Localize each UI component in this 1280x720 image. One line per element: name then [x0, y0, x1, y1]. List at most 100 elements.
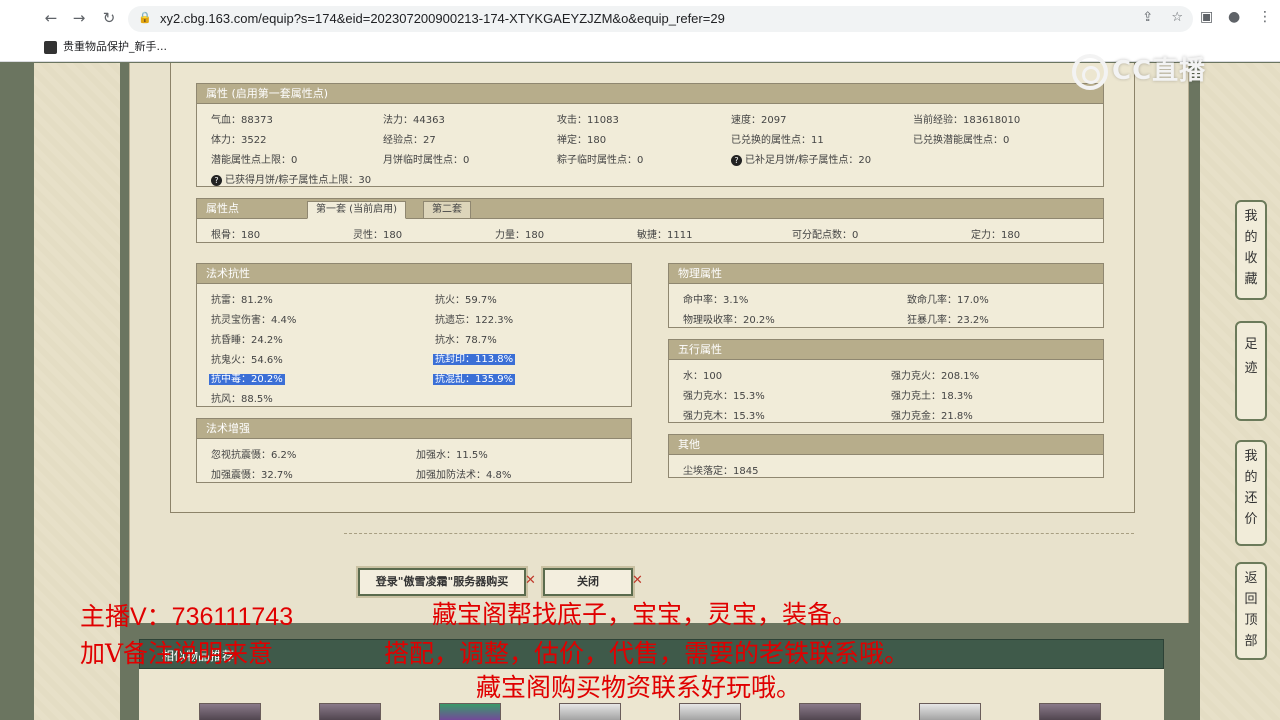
point-value: 灵性：180: [353, 230, 403, 241]
physical-section: 物理属性 命中率：3.1% 致命几率：17.0% 物理吸收率：20.2% 狂暴几…: [668, 263, 1104, 328]
physical-title: 物理属性: [669, 264, 1103, 284]
other-title: 其他: [669, 435, 1103, 455]
point-value: 定力：180: [971, 230, 1021, 241]
resist-value: 抗雷：81.2%: [211, 295, 273, 306]
enhance-section: 法术增强 忽视抗震慑：6.2% 加强水：11.5% 加强震慑：32.7% 加强加…: [196, 418, 632, 483]
other-value: 尘埃落定：1845: [683, 466, 759, 477]
my-bargain-button[interactable]: 我的还价: [1235, 440, 1267, 546]
address-bar[interactable]: 🔒 xy2.cbg.163.com/equip?s=174&eid=202307…: [128, 6, 1193, 32]
resist-value-selected: 抗混乱：135.9%: [433, 370, 516, 385]
close-button[interactable]: 关闭: [543, 568, 633, 596]
point-value: 可分配点数：0: [792, 230, 859, 241]
back-icon[interactable]: ←: [40, 7, 62, 29]
wuxing-title: 五行属性: [669, 340, 1103, 360]
wuxing-value: 强力克土：18.3%: [891, 391, 973, 402]
footprint-button[interactable]: 足迹: [1235, 321, 1267, 421]
lock-icon: 🔒: [138, 11, 152, 24]
overlay-note: 加V备注说明来意: [80, 639, 274, 668]
help-icon[interactable]: ?: [731, 155, 742, 166]
forward-icon[interactable]: →: [68, 7, 90, 29]
side-label: 我的还价: [1244, 449, 1258, 527]
attr-value: 气血：88373: [211, 115, 273, 126]
browser-nav-row: ← → ↻ 🔒 xy2.cbg.163.com/equip?s=174&eid=…: [0, 4, 1280, 32]
similar-item-thumb[interactable]: [559, 703, 621, 720]
points-section: 属性点 第一套 (当前启用) 第二套 根骨：180 灵性：180 力量：180 …: [196, 198, 1104, 243]
attr-value: 已补足月饼/粽子属性点：20: [745, 155, 872, 166]
resist-value: 抗鬼火：54.6%: [211, 355, 283, 366]
similar-item-thumb[interactable]: [319, 703, 381, 720]
attr-value: 体力：3522: [211, 135, 267, 146]
close-x-icon: ✕: [632, 573, 643, 588]
tab-set-2[interactable]: 第二套: [423, 201, 471, 219]
enhance-value: 加强水：11.5%: [416, 450, 488, 461]
attr-value-with-help: ? 已补足月饼/粽子属性点：20: [731, 151, 871, 166]
attr-value: 经验点：27: [383, 135, 436, 146]
cc-logo-icon: [1072, 53, 1108, 90]
attr-value: 攻击：11083: [557, 115, 619, 126]
login-buy-button[interactable]: 登录"傲雪凌霜"服务器购买: [358, 568, 526, 596]
my-favorites-button[interactable]: 我的收藏: [1235, 200, 1267, 300]
wuxing-section: 五行属性 水：100 强力克火：208.1% 强力克水：15.3% 强力克土：1…: [668, 339, 1104, 423]
back-to-top-button[interactable]: 返回顶部: [1235, 562, 1267, 660]
wuxing-value: 强力克水：15.3%: [683, 391, 765, 402]
point-value: 力量：180: [495, 230, 545, 241]
wuxing-value: 强力克金：21.8%: [891, 411, 973, 422]
resist-value: 抗灵宝伤害：4.4%: [211, 315, 297, 326]
help-icon[interactable]: ?: [211, 175, 222, 186]
physical-value: 命中率：3.1%: [683, 295, 749, 306]
similar-item-thumb[interactable]: [919, 703, 981, 720]
resist-value: 抗火：59.7%: [435, 295, 497, 306]
tab-set-1[interactable]: 第一套 (当前启用): [307, 201, 406, 219]
overlay-service-3: 藏宝阁购买物资联系好玩哦。: [476, 673, 802, 702]
logo-text: CC直播: [1112, 56, 1207, 86]
similar-item-thumb[interactable]: [799, 703, 861, 720]
attr-value-with-help: ? 已获得月饼/粽子属性点上限：30: [211, 171, 371, 186]
resist-value: 抗中毒：20.2%: [209, 374, 285, 385]
profile-icon[interactable]: ●: [1228, 9, 1240, 25]
bookmark-star-icon[interactable]: ☆: [1171, 10, 1183, 25]
sidebar-toggle-icon[interactable]: ▣: [1200, 9, 1213, 25]
wuxing-value: 强力克木：15.3%: [683, 411, 765, 422]
divider: [344, 533, 1134, 534]
side-label: 足迹: [1244, 337, 1258, 376]
resist-section: 法术抗性 抗雷：81.2% 抗火：59.7% 抗灵宝伤害：4.4% 抗遗忘：12…: [196, 263, 632, 407]
point-value: 敏捷：1111: [637, 230, 693, 241]
attributes-title: 属性 (启用第一套属性点): [197, 84, 1103, 104]
bookmark-favicon-icon: [44, 40, 57, 54]
close-x-icon: ✕: [525, 573, 536, 588]
similar-item-thumb[interactable]: [199, 703, 261, 720]
resist-value: 抗风：88.5%: [211, 394, 273, 405]
menu-icon[interactable]: ⋮: [1258, 9, 1272, 25]
resist-title: 法术抗性: [197, 264, 631, 284]
other-section: 其他 尘埃落定：1845: [668, 434, 1104, 478]
attr-value: 法力：44363: [383, 115, 445, 126]
side-label: 我的收藏: [1244, 209, 1258, 287]
cc-live-logo: CC直播: [1072, 50, 1206, 90]
resist-value: 抗水：78.7%: [435, 335, 497, 346]
resist-value-selected: 抗封印：113.8%: [433, 350, 516, 365]
wuxing-value: 强力克火：208.1%: [891, 371, 980, 382]
attributes-section: 属性 (启用第一套属性点) 气血：88373 法力：44363 攻击：11083…: [196, 83, 1104, 187]
attr-value: 粽子临时属性点：0: [557, 155, 644, 166]
resist-value: 抗混乱：135.9%: [433, 374, 516, 385]
resist-value: 抗遗忘：122.3%: [435, 315, 514, 326]
bookmark-label: 贵重物品保护_新手...: [63, 40, 167, 53]
attr-value: 已获得月饼/粽子属性点上限：30: [225, 175, 372, 186]
resist-value: 抗昏睡：24.2%: [211, 335, 283, 346]
attr-value: 已兑换潜能属性点：0: [913, 135, 1010, 146]
attr-value: 禅定：180: [557, 135, 607, 146]
reload-icon[interactable]: ↻: [98, 7, 120, 29]
similar-item-thumb[interactable]: [679, 703, 741, 720]
share-icon[interactable]: ⇪: [1142, 10, 1153, 25]
overlay-service-2: 搭配，调整，估价，代售，需要的老铁联系哦。: [384, 639, 910, 668]
similar-item-thumb[interactable]: [1039, 703, 1101, 720]
wuxing-value: 水：100: [683, 371, 723, 382]
similar-item-thumb[interactable]: [439, 703, 501, 720]
overlay-service: 藏宝阁帮找底子，宝宝，灵宝，装备。: [432, 600, 858, 629]
physical-value: 致命几率：17.0%: [907, 295, 989, 306]
enhance-title: 法术增强: [197, 419, 631, 439]
bookmark-item[interactable]: 贵重物品保护_新手...: [44, 38, 167, 56]
side-label: 返回顶部: [1244, 571, 1258, 649]
attr-value: 当前经验：183618010: [913, 115, 1021, 126]
attr-value: 速度：2097: [731, 115, 787, 126]
